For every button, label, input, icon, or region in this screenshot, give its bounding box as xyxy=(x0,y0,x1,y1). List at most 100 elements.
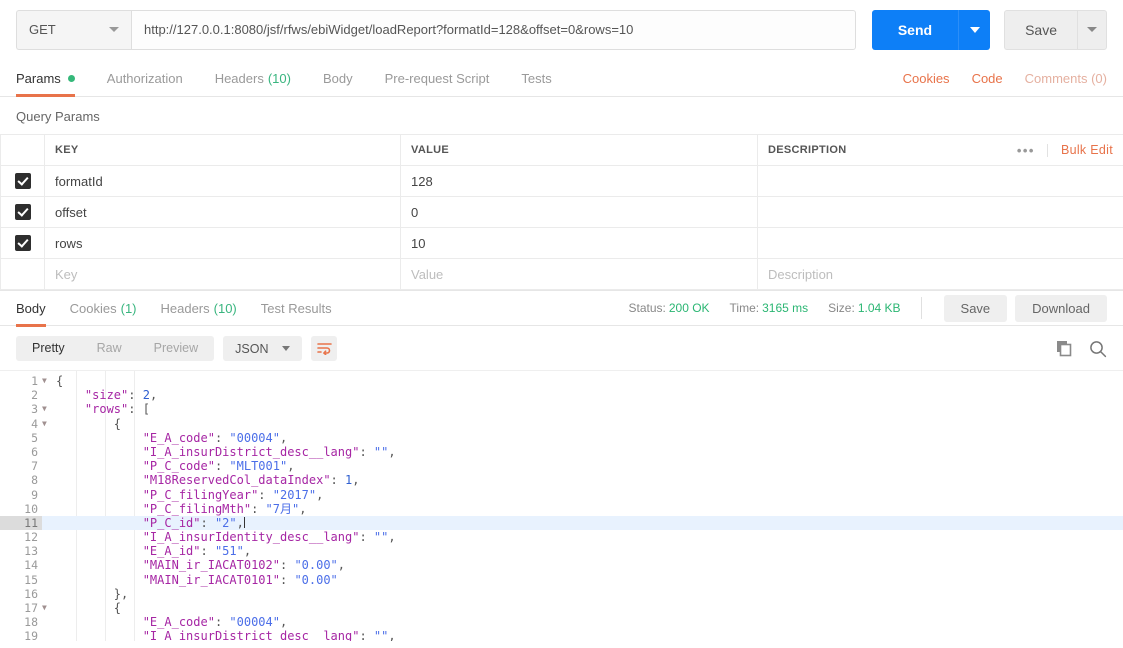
tab-body[interactable]: Body xyxy=(323,60,353,97)
save-response-button[interactable]: Save xyxy=(943,294,1008,322)
code-link[interactable]: Code xyxy=(972,71,1003,86)
row-checkbox-cell[interactable] xyxy=(0,165,45,197)
response-tab-test-results[interactable]: Test Results xyxy=(261,290,332,326)
response-tab-cookies[interactable]: Cookies (1) xyxy=(70,290,137,326)
response-format-select[interactable]: JSON xyxy=(223,336,303,361)
view-mode-preview[interactable]: Preview xyxy=(138,336,214,361)
checkbox-icon[interactable] xyxy=(14,235,31,252)
code-line[interactable]: 2 "size": 2, xyxy=(0,388,1123,402)
response-format-label: JSON xyxy=(235,341,269,356)
table-row[interactable]: offset 0 xyxy=(0,196,1123,228)
code-line[interactable]: 12 "I_A_insurIdentity_desc__lang": "", xyxy=(0,530,1123,544)
send-button[interactable]: Send xyxy=(871,9,959,50)
code-line[interactable]: 13 "E_A_id": "51", xyxy=(0,544,1123,558)
code-line[interactable]: 3 ▼ "rows": [ xyxy=(0,402,1123,416)
code-line[interactable]: 17 ▼ { xyxy=(0,601,1123,615)
code-line[interactable]: 15 "MAIN_ir_IACAT0101": "0.00" xyxy=(0,573,1123,587)
code-text: }, xyxy=(113,586,129,601)
row-checkbox-cell[interactable] xyxy=(0,227,45,259)
more-options-icon[interactable]: ••• xyxy=(1005,143,1048,157)
code-text: "I_A_insurDistrict_desc__lang": "", xyxy=(142,444,396,459)
chevron-down-icon xyxy=(282,346,291,351)
line-number: 8 xyxy=(31,473,38,488)
save-request-button[interactable]: Save xyxy=(1004,9,1077,50)
param-key[interactable]: formatId xyxy=(44,165,401,197)
fold-toggle-icon[interactable]: ▼ xyxy=(42,374,56,388)
new-param-key[interactable]: Key xyxy=(44,258,401,290)
param-description[interactable] xyxy=(757,196,1123,228)
line-number: 13 xyxy=(24,544,38,559)
copy-button[interactable] xyxy=(1056,340,1073,357)
line-number: 18 xyxy=(24,615,38,630)
save-options-button[interactable] xyxy=(1077,9,1107,50)
line-number: 12 xyxy=(24,530,38,545)
fold-toggle-icon[interactable]: ▼ xyxy=(42,417,56,431)
send-options-button[interactable] xyxy=(958,9,991,50)
table-row-empty[interactable]: Key Value Description xyxy=(0,258,1123,290)
request-url-bar: GET Send Save xyxy=(0,0,1123,60)
download-response-button[interactable]: Download xyxy=(1015,294,1107,322)
table-row[interactable]: formatId 128 xyxy=(0,165,1123,197)
param-key[interactable]: rows xyxy=(44,227,401,259)
code-line[interactable]: 19 "I_A_insurDistrict_desc__lang": "", xyxy=(0,629,1123,641)
code-line[interactable]: 18 "E_A_code": "00004", xyxy=(0,615,1123,629)
response-meta: Status: 200 OK Time: 3165 ms Size: 1.04 KB … xyxy=(628,294,1107,322)
fold-toggle-icon[interactable]: ▼ xyxy=(42,601,56,615)
code-line[interactable]: 6 "I_A_insurDistrict_desc__lang": "", xyxy=(0,445,1123,459)
view-mode-pretty[interactable]: Pretty xyxy=(16,336,81,361)
param-value[interactable]: 128 xyxy=(400,165,758,197)
code-line[interactable]: 9 "P_C_filingYear": "2017", xyxy=(0,488,1123,502)
response-tab-body[interactable]: Body xyxy=(16,290,46,327)
checkbox-icon[interactable] xyxy=(14,204,31,221)
row-checkbox-cell[interactable] xyxy=(0,196,45,228)
code-line[interactable]: 4 ▼ { xyxy=(0,417,1123,431)
code-text: "E_A_code": "00004", xyxy=(142,430,288,445)
http-method-select[interactable]: GET xyxy=(16,9,131,50)
code-text: "P_C_filingYear": "2017", xyxy=(142,487,324,502)
response-body-viewer[interactable]: 1 ▼{2 "size": 2, 3 ▼ "rows": [4 ▼ {5 "E_A_co… xyxy=(0,370,1123,641)
param-value[interactable]: 0 xyxy=(400,196,758,228)
table-row[interactable]: rows 10 xyxy=(0,227,1123,259)
code-line[interactable]: 16 }, xyxy=(0,587,1123,601)
view-mode-raw[interactable]: Raw xyxy=(81,336,138,361)
tab-tests[interactable]: Tests xyxy=(521,60,551,97)
new-param-value[interactable]: Value xyxy=(400,258,758,290)
code-line[interactable]: 8 "M18ReservedCol_dataIndex": 1, xyxy=(0,473,1123,487)
code-text: "P_C_filingMth": "7月", xyxy=(142,501,307,516)
response-tab-headers[interactable]: Headers (10) xyxy=(161,290,237,326)
param-description[interactable] xyxy=(757,227,1123,259)
json-code-content[interactable]: 1 ▼{2 "size": 2, 3 ▼ "rows": [4 ▼ {5 "E_A_co… xyxy=(0,371,1123,641)
cookies-link[interactable]: Cookies xyxy=(903,71,950,86)
comments-link[interactable]: Comments (0) xyxy=(1025,71,1107,86)
bulk-edit-button[interactable]: Bulk Edit xyxy=(1048,143,1113,157)
tab-pre-request-script[interactable]: Pre-request Script xyxy=(385,60,490,97)
tab-params[interactable]: Params xyxy=(16,60,75,97)
param-key[interactable]: offset xyxy=(44,196,401,228)
request-url-input[interactable] xyxy=(131,9,856,50)
code-line[interactable]: 7 "P_C_code": "MLT001", xyxy=(0,459,1123,473)
code-text: { xyxy=(113,601,122,615)
http-method-label: GET xyxy=(29,22,56,37)
search-button[interactable] xyxy=(1089,340,1107,358)
code-line[interactable]: 1 ▼{ xyxy=(0,374,1123,388)
code-line[interactable]: 14 "MAIN_ir_IACAT0102": "0.00", xyxy=(0,558,1123,572)
fold-toggle-icon[interactable]: ▼ xyxy=(42,402,56,416)
tab-authorization[interactable]: Authorization xyxy=(107,60,183,97)
checkbox-icon[interactable] xyxy=(14,173,31,190)
send-button-group: Send xyxy=(871,9,991,50)
param-description[interactable] xyxy=(757,165,1123,197)
code-line[interactable]: 11 "P_C_id": "2", xyxy=(0,515,1123,531)
tab-headers[interactable]: Headers (10) xyxy=(215,60,291,97)
response-tabs-bar: Body Cookies (1) Headers (10) Test Resul… xyxy=(0,290,1123,327)
new-param-description[interactable]: Description xyxy=(757,258,1123,290)
code-line[interactable]: 5 "E_A_code": "00004", xyxy=(0,431,1123,445)
param-value[interactable]: 10 xyxy=(400,227,758,259)
response-tab-test-results-label: Test Results xyxy=(260,300,332,316)
code-line[interactable]: 10 "P_C_filingMth": "7月", xyxy=(0,502,1123,516)
size-badge: Size: 1.04 KB xyxy=(828,301,900,315)
code-text: { xyxy=(113,416,122,431)
wrap-lines-button[interactable] xyxy=(311,336,338,361)
